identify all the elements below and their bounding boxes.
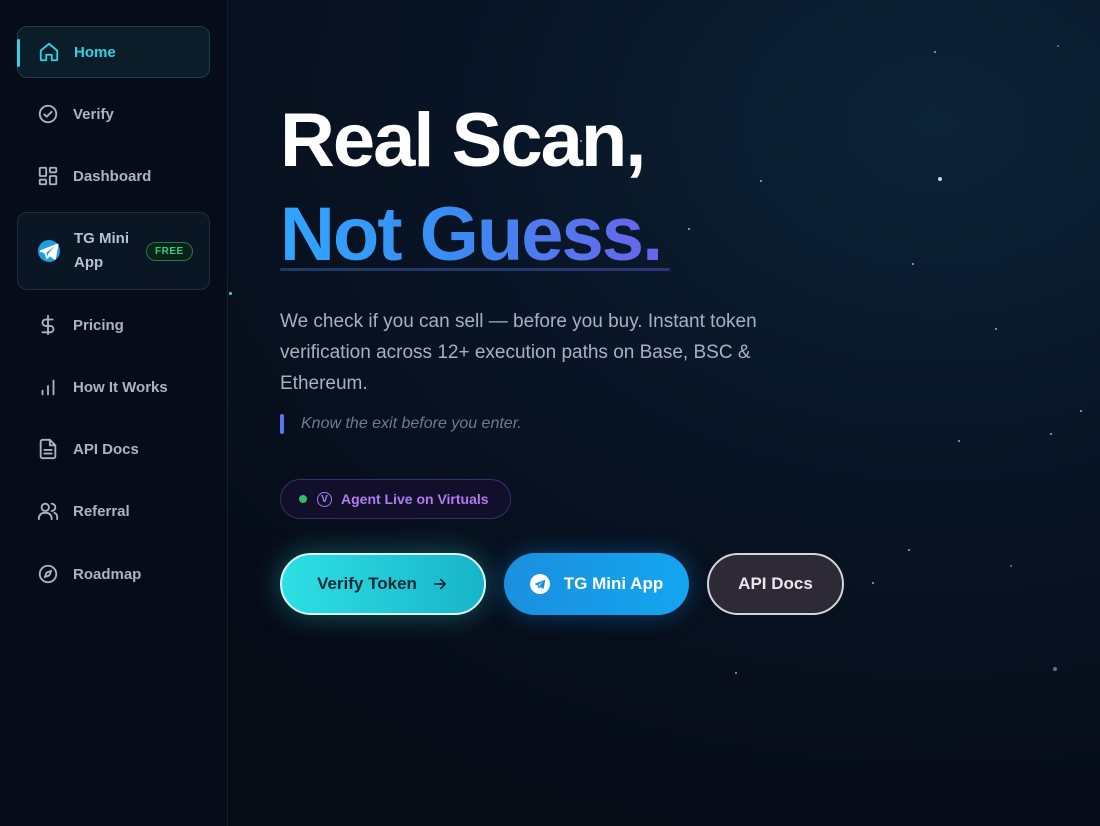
agent-badge-label: Agent Live on Virtuals xyxy=(341,491,489,507)
verify-token-label: Verify Token xyxy=(317,574,417,593)
live-status-dot xyxy=(299,495,307,503)
home-icon xyxy=(38,41,60,63)
sidebar-item-verify[interactable]: Verify xyxy=(17,88,210,140)
hero-title-line2: Not Guess. xyxy=(280,190,663,280)
sidebar-item-label: Dashboard xyxy=(73,167,152,185)
hero-description: We check if you can sell — before you bu… xyxy=(280,311,757,394)
tagline-text: Know the exit before you enter. xyxy=(301,415,522,432)
document-icon xyxy=(37,438,59,460)
telegram-icon xyxy=(38,240,60,262)
sidebar-item-label: Verify xyxy=(73,105,114,123)
app-root: Home Verify Dashboard TG Mini App FREE P… xyxy=(0,0,1100,826)
sidebar-item-referral[interactable]: Referral xyxy=(17,485,210,537)
bar-chart-icon xyxy=(37,376,59,398)
sidebar: Home Verify Dashboard TG Mini App FREE P… xyxy=(0,0,228,826)
sidebar-item-label: How It Works xyxy=(73,378,168,396)
sidebar-item-label: Pricing xyxy=(73,316,124,334)
sidebar-item-label: Roadmap xyxy=(73,565,142,583)
dollar-icon xyxy=(37,314,59,336)
sidebar-item-label: TG Mini App xyxy=(74,230,129,271)
tg-mini-app-button[interactable]: TG Mini App xyxy=(504,553,689,615)
verify-token-button[interactable]: Verify Token xyxy=(280,553,486,615)
sidebar-item-how-it-works[interactable]: How It Works xyxy=(17,361,210,413)
api-docs-label: API Docs xyxy=(738,574,813,593)
tagline: Know the exit before you enter. xyxy=(280,414,522,434)
api-docs-button[interactable]: API Docs xyxy=(707,553,844,615)
hero-title-line1: Real Scan, xyxy=(280,98,646,183)
sidebar-item-api-docs[interactable]: API Docs xyxy=(17,423,210,475)
tg-mini-app-label: TG Mini App xyxy=(563,574,664,593)
sidebar-item-tg-mini-app[interactable]: TG Mini App FREE xyxy=(17,212,210,290)
sidebar-item-home[interactable]: Home xyxy=(17,26,210,78)
agent-live-badge[interactable]: V Agent Live on Virtuals xyxy=(280,479,511,519)
users-icon xyxy=(37,500,59,522)
arrow-right-icon xyxy=(431,575,449,593)
sidebar-item-label: Referral xyxy=(73,502,130,520)
sidebar-item-label: Home xyxy=(74,43,116,61)
virtuals-icon: V xyxy=(317,491,332,507)
free-badge: FREE xyxy=(146,241,193,261)
sidebar-item-pricing[interactable]: Pricing xyxy=(17,299,210,351)
grid-icon xyxy=(37,165,59,187)
telegram-icon xyxy=(529,574,550,594)
check-circle-icon xyxy=(37,103,59,125)
title-underline xyxy=(280,268,670,271)
compass-icon xyxy=(37,563,59,585)
sidebar-item-dashboard[interactable]: Dashboard xyxy=(17,150,210,202)
tagline-accent-bar xyxy=(280,414,284,434)
sidebar-item-label: API Docs xyxy=(73,440,139,458)
sidebar-item-roadmap[interactable]: Roadmap xyxy=(17,548,210,600)
